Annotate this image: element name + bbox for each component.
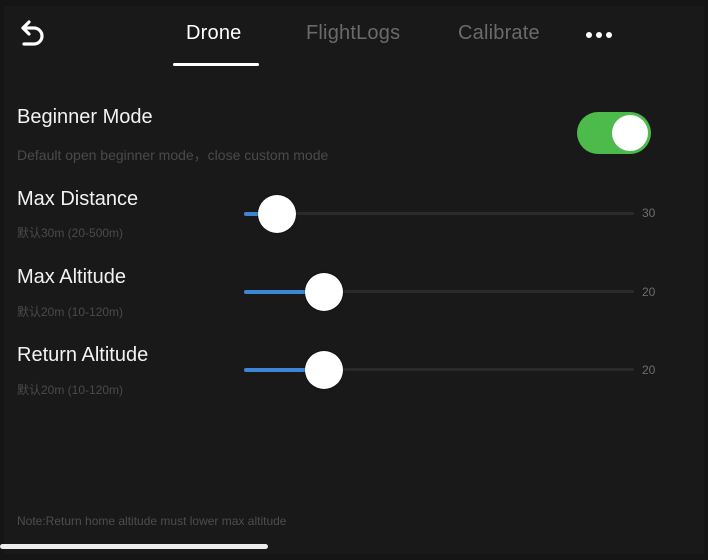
- max-altitude-hint: 默认20m (10-120m): [17, 305, 124, 319]
- slider-track: [244, 212, 634, 215]
- screen: Drone FlightLogs Calibrate Beginner Mode…: [0, 0, 708, 560]
- max-altitude-label: Max Altitude: [17, 266, 126, 288]
- max-distance-value: 30: [642, 206, 656, 220]
- beginner-mode-toggle[interactable]: [577, 112, 651, 154]
- back-arrow-icon[interactable]: [14, 18, 48, 52]
- return-altitude-slider[interactable]: [244, 349, 634, 389]
- max-distance-hint: 默认30m (20-500m): [17, 226, 124, 240]
- max-distance-label: Max Distance: [17, 188, 139, 210]
- slider-thumb[interactable]: [258, 195, 297, 233]
- more-dots-icon[interactable]: [583, 24, 615, 46]
- slider-thumb[interactable]: [305, 273, 344, 311]
- max-altitude-slider[interactable]: [244, 271, 634, 311]
- beginner-mode-title: Beginner Mode: [17, 106, 153, 128]
- max-altitude-value: 20: [642, 285, 656, 299]
- return-altitude-value: 20: [642, 363, 656, 377]
- slider-thumb[interactable]: [305, 351, 344, 389]
- home-indicator: [0, 544, 268, 549]
- return-altitude-hint: 默认20m (10-120m): [17, 383, 124, 397]
- tab-flightlogs[interactable]: FlightLogs: [306, 22, 400, 45]
- return-altitude-label: Return Altitude: [17, 344, 149, 366]
- toggle-knob: [612, 115, 648, 151]
- altitude-note: Note:Return home altitude must lower max…: [17, 514, 287, 528]
- max-distance-slider[interactable]: [244, 193, 634, 233]
- tab-drone[interactable]: Drone: [186, 22, 241, 45]
- top-bar: Drone FlightLogs Calibrate: [0, 0, 708, 70]
- tab-calibrate[interactable]: Calibrate: [458, 22, 540, 45]
- active-tab-indicator: [173, 63, 259, 66]
- beginner-mode-subtitle: Default open beginner mode，close custom …: [17, 147, 329, 163]
